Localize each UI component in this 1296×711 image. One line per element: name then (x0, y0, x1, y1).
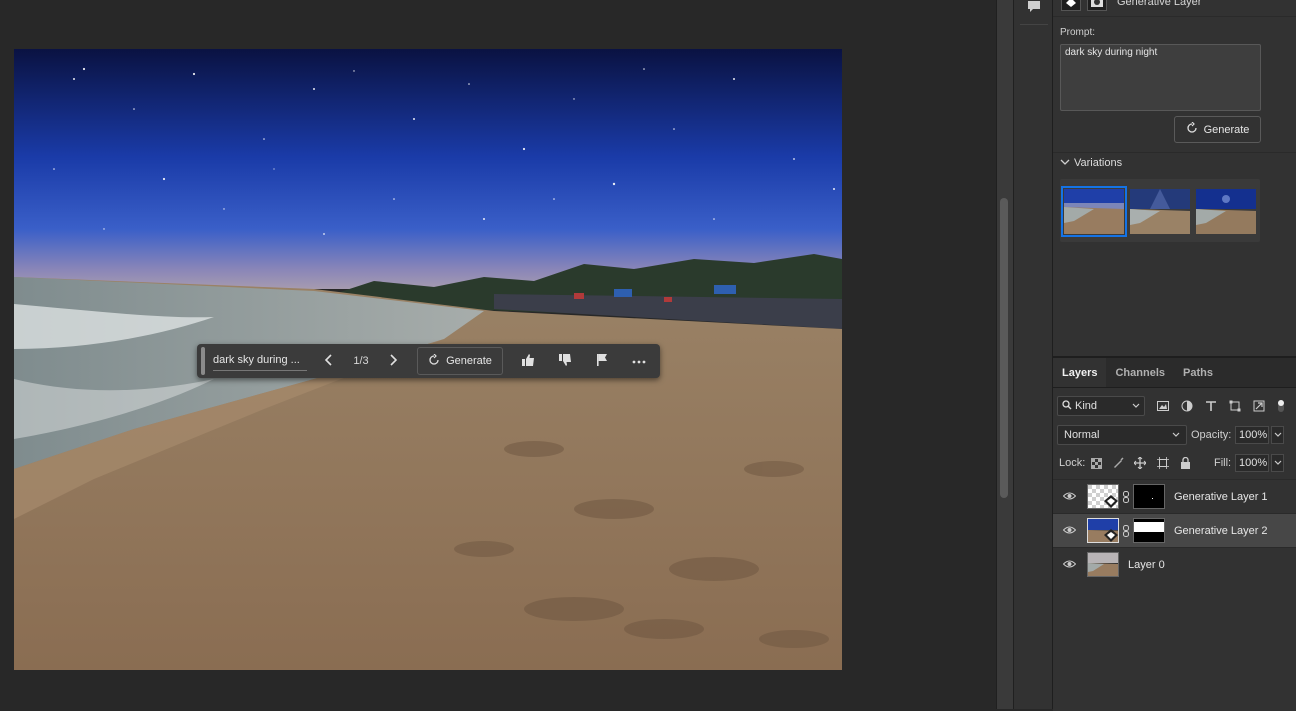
thumbs-up-button[interactable] (516, 349, 540, 373)
lock-position-icon[interactable] (1133, 456, 1147, 470)
layers-panel-tabs: Layers Channels Paths (1053, 358, 1296, 388)
lock-artboard-icon[interactable] (1156, 456, 1170, 470)
variations-label: Variations (1074, 157, 1123, 169)
opacity-dropdown[interactable] (1271, 426, 1284, 444)
divider (1053, 16, 1296, 17)
divider (1020, 24, 1048, 25)
lock-all-icon[interactable] (1178, 456, 1192, 470)
layer-mask-thumbnail[interactable] (1133, 484, 1165, 509)
thumbs-down-button[interactable] (553, 349, 577, 373)
previous-variation-button[interactable] (317, 349, 341, 373)
filter-toggle-icon[interactable] (1274, 399, 1288, 413)
comment-icon (1027, 0, 1041, 16)
fill-label: Fill: (1214, 457, 1232, 469)
tab-layers[interactable]: Layers (1053, 358, 1107, 387)
flag-icon (595, 353, 609, 370)
search-icon (1062, 399, 1072, 413)
layer-row-generative-layer-1[interactable]: Generative Layer 1 (1053, 479, 1296, 513)
image-filter-icon[interactable] (1156, 399, 1170, 413)
lock-pixels-icon[interactable] (1111, 456, 1125, 470)
layer-row-layer-0[interactable]: Layer 0 (1053, 547, 1296, 581)
layer-thumbnail (1087, 552, 1119, 577)
fill-input[interactable]: 100% (1235, 454, 1269, 472)
layer-name[interactable]: Layer 0 (1128, 559, 1165, 571)
kind-filter-select[interactable]: Kind (1057, 396, 1145, 416)
eye-icon (1062, 491, 1076, 503)
generate-icon (1186, 121, 1198, 137)
eye-icon (1062, 525, 1076, 537)
layers-panel: Layers Channels Paths Kind Normal Opacit… (1053, 356, 1296, 711)
eye-icon (1062, 559, 1076, 571)
visibility-toggle[interactable] (1062, 525, 1076, 537)
scrollbar-thumb[interactable] (1000, 198, 1008, 498)
panel-icon-strip (1013, 0, 1053, 709)
tab-paths[interactable]: Paths (1174, 358, 1222, 387)
next-variation-button[interactable] (381, 349, 405, 373)
mask-icon (1087, 0, 1107, 11)
document-workspace: dark sky during ... 1/3 Generate (0, 0, 996, 709)
generate-button[interactable]: Generate (417, 347, 503, 375)
visibility-toggle[interactable] (1062, 491, 1076, 503)
workspace-vertical-scrollbar[interactable] (996, 0, 1013, 709)
chevron-left-icon (324, 353, 334, 369)
comments-button[interactable] (1023, 0, 1045, 16)
chevron-down-icon (1060, 157, 1070, 169)
properties-generate-button[interactable]: Generate (1174, 116, 1261, 143)
more-options-button[interactable] (627, 349, 651, 373)
variation-thumbnail-3[interactable] (1196, 189, 1256, 234)
layers-list-empty-area (1053, 581, 1296, 711)
blend-mode-select[interactable]: Normal (1057, 425, 1187, 445)
layer-row-generative-layer-2[interactable]: Generative Layer 2 (1053, 513, 1296, 547)
layer-thumbnail (1087, 484, 1119, 509)
generative-layer-icon (1061, 0, 1081, 11)
more-icon (632, 355, 646, 367)
generate-label: Generate (1203, 123, 1250, 136)
layer-name[interactable]: Generative Layer 1 (1174, 491, 1268, 503)
generate-icon (428, 353, 440, 369)
type-filter-icon[interactable] (1204, 399, 1218, 413)
layer-thumbnail (1087, 518, 1119, 543)
fill-dropdown[interactable] (1271, 454, 1284, 472)
blend-mode-value: Normal (1064, 429, 1100, 441)
thumbs-up-icon (521, 353, 535, 370)
variation-counter: 1/3 (353, 355, 369, 367)
prompt-label: Prompt: (1060, 27, 1096, 38)
properties-title: Generative Layer (1117, 0, 1202, 8)
prompt-textarea[interactable]: dark sky during night (1060, 44, 1261, 111)
report-button[interactable] (590, 349, 614, 373)
adjustment-filter-icon[interactable] (1180, 399, 1194, 413)
variation-thumbnail-2[interactable] (1130, 189, 1190, 234)
opacity-label: Opacity: (1191, 429, 1232, 441)
visibility-toggle[interactable] (1062, 559, 1076, 571)
smart-object-filter-icon[interactable] (1252, 399, 1266, 413)
chevron-down-icon (1172, 429, 1180, 441)
variation-thumbnail-1[interactable] (1061, 186, 1127, 237)
link-icon[interactable] (1121, 524, 1131, 537)
variations-section-toggle[interactable]: Variations (1060, 157, 1122, 169)
properties-panel: Generative Layer Prompt: dark sky during… (1053, 0, 1296, 356)
tab-channels[interactable]: Channels (1106, 358, 1174, 387)
variations-grid (1060, 179, 1260, 242)
generate-label: Generate (446, 355, 492, 367)
drag-handle[interactable] (201, 347, 205, 375)
thumbs-down-icon (558, 353, 572, 370)
shape-filter-icon[interactable] (1228, 399, 1242, 413)
prompt-input[interactable]: dark sky during ... (213, 351, 307, 371)
chevron-down-icon (1132, 400, 1140, 412)
kind-label: Kind (1075, 400, 1098, 412)
layer-mask-thumbnail[interactable] (1133, 518, 1165, 543)
opacity-input[interactable]: 100% (1235, 426, 1269, 444)
layer-name[interactable]: Generative Layer 2 (1174, 525, 1268, 537)
chevron-right-icon (388, 353, 398, 369)
chevron-down-icon (1274, 429, 1282, 441)
properties-header: Generative Layer (1061, 0, 1201, 12)
lock-transparency-icon[interactable] (1089, 456, 1103, 470)
link-icon[interactable] (1121, 490, 1131, 503)
divider (1053, 152, 1296, 153)
contextual-task-bar: dark sky during ... 1/3 Generate (197, 344, 660, 378)
chevron-down-icon (1274, 457, 1282, 469)
lock-label: Lock: (1059, 457, 1086, 469)
